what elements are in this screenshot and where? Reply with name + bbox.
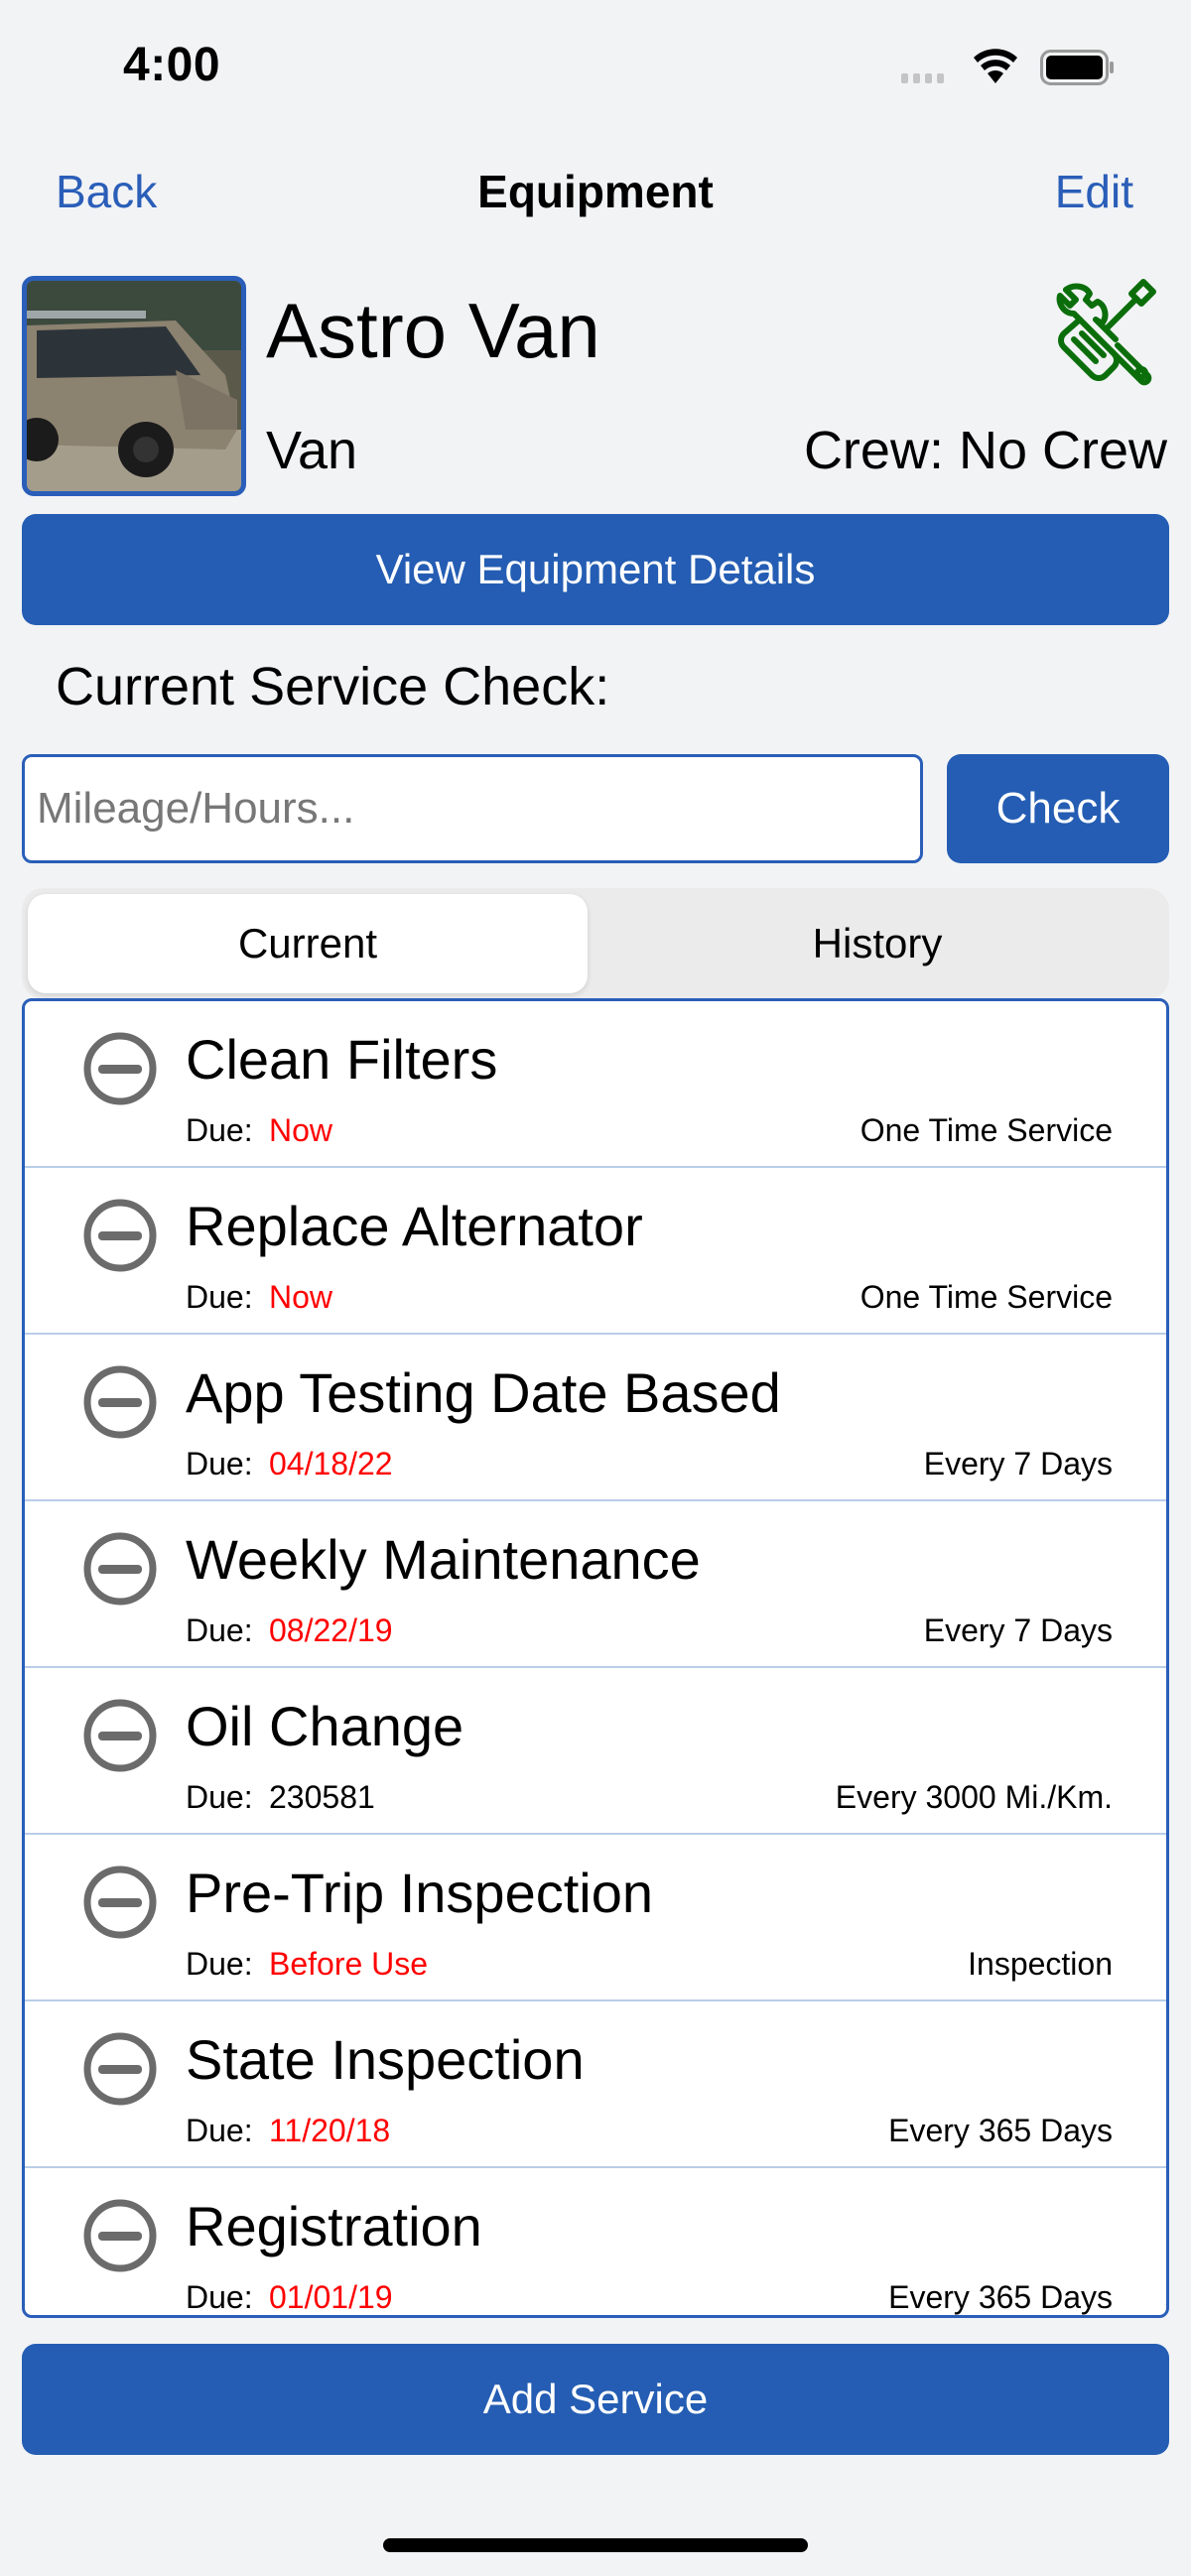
due-value: 11/20/18 — [269, 2113, 391, 2148]
equipment-type: Van — [266, 421, 358, 480]
wrench-screwdriver-icon[interactable] — [1056, 278, 1165, 387]
service-row[interactable]: Weekly Maintenance Due: 08/22/19 Every 7… — [25, 1501, 1166, 1668]
service-title: App Testing Date Based — [186, 1361, 781, 1424]
home-indicator[interactable] — [383, 2538, 808, 2552]
due-label: Due: — [186, 1446, 253, 1481]
wifi-icon — [974, 49, 1017, 83]
equipment-crew: Crew: No Crew — [803, 421, 1167, 480]
tab-current[interactable]: Current — [28, 894, 588, 993]
service-frequency: One Time Service — [860, 1279, 1113, 1315]
due-label: Due: — [186, 1946, 253, 1982]
due-label: Due: — [186, 1279, 253, 1315]
service-row[interactable]: Replace Alternator Due: Now One Time Ser… — [25, 1168, 1166, 1335]
service-frequency: Inspection — [968, 1946, 1113, 1982]
service-frequency: Every 7 Days — [923, 1446, 1113, 1481]
remove-circle-icon[interactable] — [82, 1865, 158, 1940]
due-label: Due: — [186, 1112, 253, 1148]
due-label: Due: — [186, 2113, 253, 2148]
service-title: Pre-Trip Inspection — [186, 1862, 653, 1924]
remove-circle-icon[interactable] — [82, 1364, 158, 1440]
battery-icon — [1040, 50, 1114, 85]
equipment-photo[interactable] — [22, 276, 246, 496]
status-time: 4:00 — [123, 39, 221, 91]
service-title: State Inspection — [186, 2028, 585, 2091]
service-row[interactable]: Oil Change Due: 230581 Every 3000 Mi./Km… — [25, 1668, 1166, 1835]
due-label: Due: — [186, 1612, 253, 1648]
edit-button[interactable]: Edit — [1055, 165, 1133, 218]
due-label: Due: — [186, 2279, 253, 2315]
service-row[interactable]: Clean Filters Due: Now One Time Service — [25, 1001, 1166, 1168]
van-photo-image — [27, 281, 241, 491]
service-title: Weekly Maintenance — [186, 1528, 701, 1591]
service-title: Clean Filters — [186, 1028, 498, 1091]
signal-icon — [901, 73, 944, 83]
tabs-segmented-control: Current History — [22, 888, 1169, 999]
remove-circle-icon[interactable] — [82, 2198, 158, 2273]
service-check-label: Current Service Check: — [56, 657, 610, 716]
service-frequency: One Time Service — [860, 1112, 1113, 1148]
due-value: 01/01/19 — [269, 2279, 393, 2315]
remove-circle-icon[interactable] — [82, 1698, 158, 1773]
remove-circle-icon[interactable] — [82, 1031, 158, 1106]
back-button[interactable]: Back — [56, 165, 157, 218]
mileage-hours-input[interactable] — [22, 754, 923, 863]
nav-bar: Back Equipment Edit — [0, 149, 1191, 236]
service-title: Replace Alternator — [186, 1195, 643, 1257]
tab-history[interactable]: History — [597, 894, 1157, 993]
due-label: Due: — [186, 1779, 253, 1815]
due-value: Now — [269, 1112, 333, 1148]
page-title: Equipment — [477, 166, 714, 217]
remove-circle-icon[interactable] — [82, 1198, 158, 1273]
due-value: 230581 — [269, 1779, 375, 1815]
service-row[interactable]: Pre-Trip Inspection Due: Before Use Insp… — [25, 1835, 1166, 2001]
service-title: Registration — [186, 2195, 482, 2257]
due-value: Now — [269, 1279, 333, 1315]
due-value: 04/18/22 — [269, 1446, 393, 1481]
check-button[interactable]: Check — [947, 754, 1169, 863]
service-frequency: Every 365 Days — [888, 2113, 1113, 2148]
service-title: Oil Change — [186, 1695, 464, 1757]
due-value: Before Use — [269, 1946, 429, 1982]
service-frequency: Every 3000 Mi./Km. — [835, 1779, 1113, 1815]
add-service-button[interactable]: Add Service — [22, 2344, 1169, 2455]
status-bar: 4:00 — [0, 0, 1191, 129]
remove-circle-icon[interactable] — [82, 2031, 158, 2107]
service-frequency: Every 365 Days — [888, 2279, 1113, 2315]
service-list[interactable]: Clean Filters Due: Now One Time Service … — [22, 998, 1169, 2318]
equipment-name: Astro Van — [266, 287, 600, 374]
view-equipment-details-button[interactable]: View Equipment Details — [22, 514, 1169, 625]
service-row[interactable]: Registration Due: 01/01/19 Every 365 Day… — [25, 2168, 1166, 2315]
service-frequency: Every 7 Days — [923, 1612, 1113, 1648]
service-row[interactable]: State Inspection Due: 11/20/18 Every 365… — [25, 2001, 1166, 2168]
remove-circle-icon[interactable] — [82, 1531, 158, 1607]
service-row[interactable]: App Testing Date Based Due: 04/18/22 Eve… — [25, 1335, 1166, 1501]
due-value: 08/22/19 — [269, 1612, 393, 1648]
